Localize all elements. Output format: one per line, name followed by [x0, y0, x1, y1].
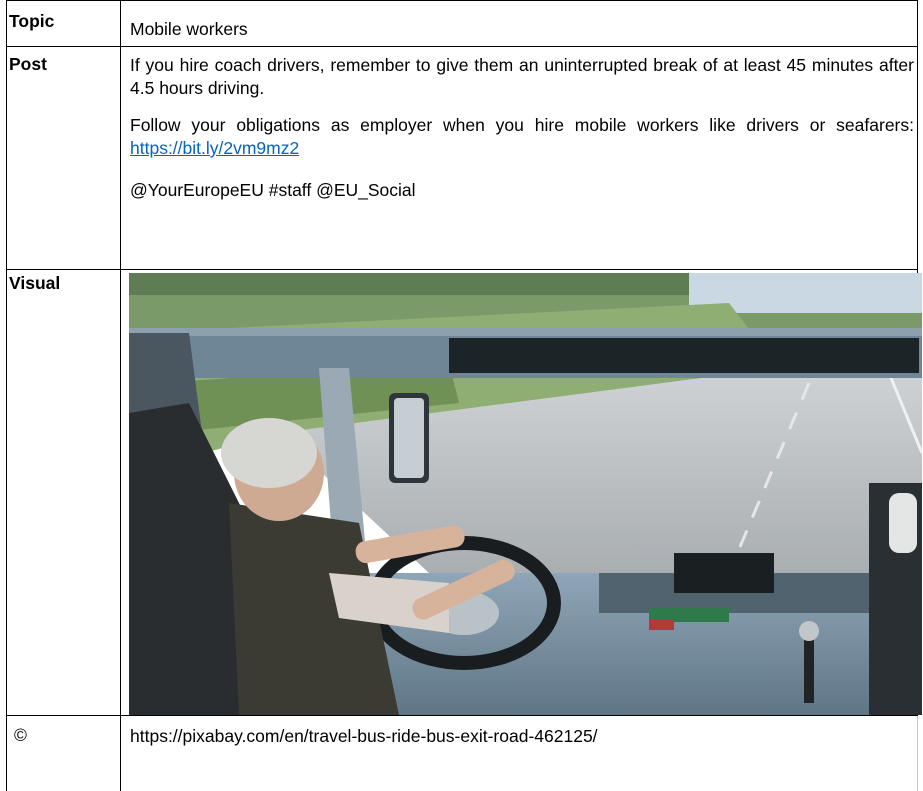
table-row-topic: Topic Mobile workers	[6, 0, 918, 47]
table-row-credit: © https://pixabay.com/en/travel-bus-ride…	[6, 716, 918, 791]
credit-url: https://pixabay.com/en/travel-bus-ride-b…	[130, 726, 598, 746]
post-paragraph-2: Follow your obligations as employer when…	[130, 114, 914, 160]
bus-driver-photo	[129, 273, 922, 715]
post-content: If you hire coach drivers, remember to g…	[130, 54, 914, 216]
table-row-post: Post If you hire coach drivers, remember…	[6, 46, 918, 270]
visual-label: Visual	[9, 273, 61, 293]
post-link[interactable]: https://bit.ly/2vm9mz2	[130, 138, 299, 158]
bus-driver-illustration	[129, 273, 922, 715]
post-hashtags: @YourEuropeEU #staff @EU_Social	[130, 180, 416, 200]
topic-value: Mobile workers	[130, 19, 248, 39]
topic-label: Topic	[9, 11, 55, 31]
post-label: Post	[9, 54, 47, 74]
copyright-label: ©	[14, 725, 27, 745]
table-row-visual: Visual	[6, 270, 922, 716]
post-paragraph-1: If you hire coach drivers, remember to g…	[130, 55, 914, 98]
content-table: Topic Mobile workers Post If you hire co…	[6, 0, 922, 791]
post-paragraph-2-text: Follow your obligations as employer when…	[130, 115, 914, 135]
